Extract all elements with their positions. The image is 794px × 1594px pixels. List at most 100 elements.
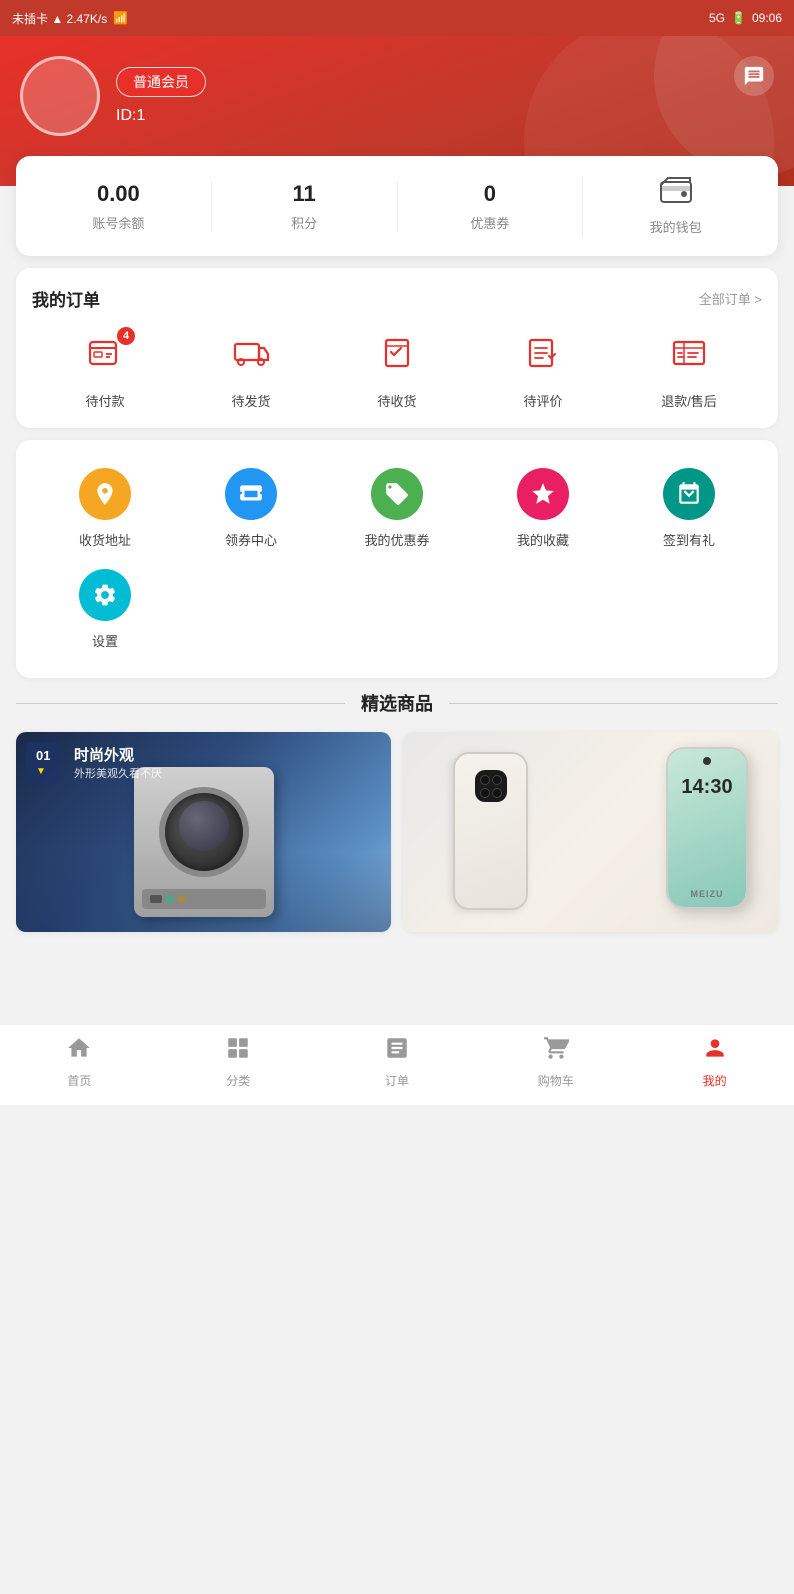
stats-card: 0.00 账号余额 11 积分 0 优惠券 我的钱包 — [16, 156, 778, 256]
order-icons-row: 4 待付款 待发货 — [32, 331, 762, 410]
washer-rank: 01 — [36, 748, 50, 765]
order-pending-review[interactable]: 待评价 — [470, 331, 616, 410]
pending-receive-icon — [378, 334, 416, 380]
favorites-icon — [517, 468, 569, 520]
wallet-label: 我的钱包 — [587, 217, 764, 236]
category-icon — [225, 1035, 251, 1068]
nav-orders-label: 订单 — [385, 1072, 409, 1089]
order-pending-ship[interactable]: 待发货 — [178, 331, 324, 410]
coupons-value: 0 — [402, 181, 579, 207]
pending-ship-icon-wrap — [225, 331, 277, 383]
nav-cart-label: 购物车 — [538, 1072, 574, 1089]
nav-cart[interactable]: 购物车 — [476, 1035, 635, 1089]
avatar[interactable] — [20, 56, 100, 136]
phone-time: 14:30 — [681, 776, 732, 799]
favorites-label: 我的收藏 — [474, 530, 612, 549]
order-pending-payment[interactable]: 4 待付款 — [32, 331, 178, 410]
phone-image: 14:30 MEIZU — [403, 732, 778, 932]
address-icon — [79, 468, 131, 520]
refund-label: 退款/售后 — [616, 391, 762, 410]
order-pending-receive[interactable]: 待收货 — [324, 331, 470, 410]
pending-payment-badge: 4 — [117, 327, 135, 345]
services-grid: 收货地址 领券中心 我的优惠券 我的收藏 — [32, 458, 762, 660]
mine-icon — [702, 1035, 728, 1068]
product-phone-card[interactable]: 14:30 MEIZU — [403, 732, 778, 932]
pending-receive-icon-wrap — [371, 331, 423, 383]
orders-header: 我的订单 全部订单 > — [32, 286, 762, 311]
member-badge[interactable]: 普通会员 — [116, 67, 206, 97]
points-value: 11 — [216, 181, 393, 207]
coupons-stat[interactable]: 0 优惠券 — [397, 181, 583, 232]
status-bar: 未插卡 ▲ 2.47K/s 📶 5G 🔋 09:06 — [0, 0, 794, 36]
refund-icon — [670, 334, 708, 380]
checkin-label: 签到有礼 — [620, 530, 758, 549]
pending-review-icon-wrap — [517, 331, 569, 383]
home-icon — [66, 1035, 92, 1068]
service-favorites[interactable]: 我的收藏 — [470, 458, 616, 559]
product-washer-card[interactable]: 01 ▼ 时尚外观 外形美观久看不厌 — [16, 732, 391, 932]
orders-nav-icon — [384, 1035, 410, 1068]
cart-icon — [543, 1035, 569, 1068]
status-battery: 🔋 — [731, 11, 746, 25]
balance-value: 0.00 — [30, 181, 207, 207]
nav-mine[interactable]: 我的 — [635, 1035, 794, 1089]
settings-icon — [79, 569, 131, 621]
pending-ship-label: 待发货 — [178, 391, 324, 410]
status-right: 5G 🔋 09:06 — [709, 11, 782, 25]
nav-category[interactable]: 分类 — [159, 1035, 318, 1089]
nav-home[interactable]: 首页 — [0, 1035, 159, 1089]
refund-icon-wrap — [663, 331, 715, 383]
phone-brand: MEIZU — [691, 889, 724, 899]
points-stat[interactable]: 11 积分 — [211, 181, 397, 232]
pending-review-icon — [524, 334, 562, 380]
balance-stat[interactable]: 0.00 账号余额 — [26, 181, 211, 232]
balance-label: 账号余额 — [30, 213, 207, 232]
orders-title: 我的订单 — [32, 286, 100, 311]
points-label: 积分 — [216, 213, 393, 232]
washer-image: 01 ▼ 时尚外观 外形美观久看不厌 — [16, 732, 391, 932]
user-id: ID:1 — [116, 107, 774, 125]
pending-payment-icon-wrap: 4 — [79, 331, 131, 383]
pending-payment-label: 待付款 — [32, 391, 178, 410]
products-grid: 01 ▼ 时尚外观 外形美观久看不厌 — [16, 732, 778, 932]
bottom-nav: 首页 分类 订单 购物车 — [0, 1024, 794, 1105]
nav-home-label: 首页 — [67, 1072, 91, 1089]
service-my-coupons[interactable]: 我的优惠券 — [324, 458, 470, 559]
order-refund[interactable]: 退款/售后 — [616, 331, 762, 410]
pending-ship-icon — [232, 334, 270, 380]
orders-more[interactable]: 全部订单 > — [699, 289, 762, 308]
nav-orders[interactable]: 订单 — [318, 1035, 477, 1089]
wallet-icon — [587, 176, 764, 211]
profile-row: 普通会员 ID:1 — [20, 56, 774, 136]
featured-title: 精选商品 — [361, 690, 433, 716]
status-network: 5G — [709, 11, 725, 25]
nav-category-label: 分类 — [226, 1072, 250, 1089]
status-signal: 未插卡 ▲ 2.47K/s — [12, 10, 107, 27]
coupon-center-label: 领券中心 — [182, 530, 320, 549]
checkin-icon — [663, 468, 715, 520]
featured-section: 精选商品 01 ▼ 时尚外观 外形美观久看不厌 — [16, 690, 778, 932]
message-icon-button[interactable] — [734, 56, 774, 96]
status-time: 09:06 — [752, 11, 782, 25]
settings-label: 设置 — [36, 631, 174, 650]
my-coupons-icon — [371, 468, 423, 520]
address-label: 收货地址 — [36, 530, 174, 549]
service-coupon-center[interactable]: 领券中心 — [178, 458, 324, 559]
service-address[interactable]: 收货地址 — [32, 458, 178, 559]
nav-mine-label: 我的 — [703, 1072, 727, 1089]
pending-receive-label: 待收货 — [324, 391, 470, 410]
coupon-center-icon — [225, 468, 277, 520]
washer-promo-title: 时尚外观 — [74, 744, 162, 765]
status-wifi: 📶 — [113, 11, 128, 25]
coupons-label: 优惠券 — [402, 213, 579, 232]
wallet-stat[interactable]: 我的钱包 — [582, 176, 768, 236]
washer-door — [159, 787, 249, 877]
orders-section: 我的订单 全部订单 > 4 待付款 — [16, 268, 778, 428]
featured-title-row: 精选商品 — [16, 690, 778, 716]
my-coupons-label: 我的优惠券 — [328, 530, 466, 549]
service-settings[interactable]: 设置 — [32, 559, 178, 660]
services-section: 收货地址 领券中心 我的优惠券 我的收藏 — [16, 440, 778, 678]
service-checkin[interactable]: 签到有礼 — [616, 458, 762, 559]
profile-info: 普通会员 ID:1 — [116, 67, 774, 125]
washer-body — [134, 767, 274, 917]
